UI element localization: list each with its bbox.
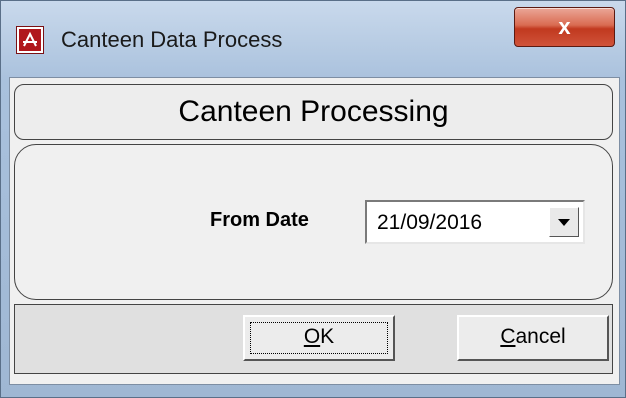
from-date-picker[interactable]: 21/09/2016 xyxy=(365,200,585,244)
close-button[interactable]: x xyxy=(514,7,615,47)
from-date-label: From Date xyxy=(210,209,309,231)
button-panel: OK Cancel xyxy=(14,304,613,374)
title-bar[interactable]: Canteen Data Process x xyxy=(1,1,625,77)
window-title: Canteen Data Process xyxy=(61,27,283,52)
from-date-value[interactable]: 21/09/2016 xyxy=(377,211,482,235)
cancel-button-label: Cancel xyxy=(500,325,566,348)
dialog-client-area: Canteen Processing From Date 21/09/2016 … xyxy=(9,77,620,385)
close-icon: x xyxy=(558,14,571,39)
ok-button-label: OK xyxy=(303,325,335,348)
triangle-down-icon xyxy=(558,219,570,226)
app-document-icon xyxy=(17,27,43,53)
header-panel: Canteen Processing xyxy=(14,84,613,140)
cancel-button[interactable]: Cancel xyxy=(457,315,609,361)
date-dropdown-button[interactable] xyxy=(549,207,579,237)
dialog-window: Canteen Data Process x Canteen Processin… xyxy=(0,0,626,398)
form-panel: From Date 21/09/2016 xyxy=(14,144,613,300)
header-title: Canteen Processing xyxy=(178,95,449,128)
ok-button[interactable]: OK xyxy=(243,315,395,361)
